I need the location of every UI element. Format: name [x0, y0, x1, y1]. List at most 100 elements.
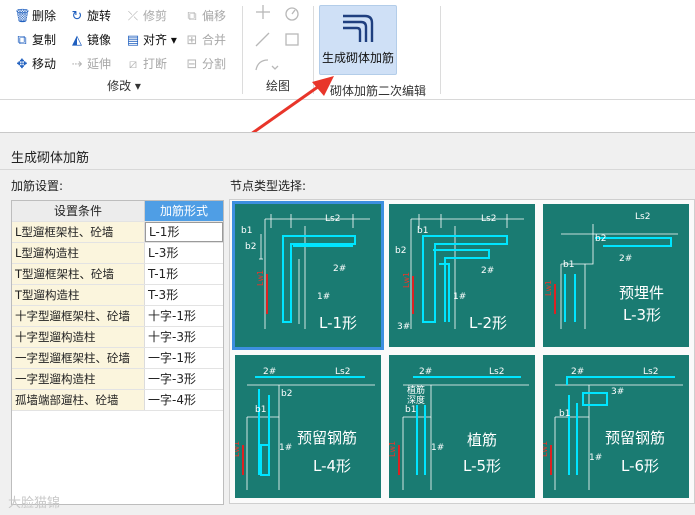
node-type-label: 节点类型选择:: [230, 179, 307, 193]
table-row[interactable]: T型遛框架柱、砼墙 T-1形: [12, 264, 223, 285]
table-row[interactable]: L型遛框架柱、砼墙 L-1形: [12, 222, 223, 243]
modify-group-label[interactable]: 修改 ▾: [8, 77, 240, 94]
table-row[interactable]: 一字型遛框架柱、砼墙 一字-1形: [12, 348, 223, 369]
ribbon-toolbar: 🗑删除 ↻ 旋转 ⤫ 修剪 ⧉ 偏移 ⧉ 复制 ◭ 镜像 ▤ 对齐 ▾ ⊞ 合并 ✥ 移动 ⇢ 延…: [0, 0, 695, 100]
arc-icon[interactable]: [255, 59, 279, 71]
node-caption: L-6形: [621, 457, 660, 475]
node-sub: 预留钢筋: [605, 429, 666, 447]
tag-b1: b1: [241, 226, 253, 236]
rectangle-icon[interactable]: [285, 33, 299, 46]
tag-ls2: Ls2: [643, 367, 659, 377]
tag-lw1: Lw1: [402, 272, 411, 288]
node-sub: 预埋件: [619, 284, 665, 302]
node-caption: L-4形: [313, 457, 352, 475]
node-option-l1[interactable]: Lw1 b1 Ls2 b2 2# 1# L-1形: [232, 201, 384, 350]
tag-1: 1#: [453, 292, 467, 302]
move-icon: ✥: [16, 57, 28, 72]
row-form-select[interactable]: T-3形: [145, 285, 223, 305]
header-condition: 设置条件: [12, 201, 145, 221]
tag-b1: b1: [559, 409, 571, 419]
node-option-l2[interactable]: Lw1 b1 Ls2 b2 2# 1# 3# L-2形: [389, 204, 535, 347]
table-row[interactable]: 孤墙端部遛柱、砼墙 一字-4形: [12, 390, 223, 411]
merge-icon: ⊞: [186, 33, 198, 48]
generate-masonry-rebar-label: 生成砌体加筋: [321, 51, 394, 65]
delete-button[interactable]: 🗑删除: [14, 6, 56, 26]
modify-group: 🗑删除 ↻ 旋转 ⤫ 修剪 ⧉ 偏移 ⧉ 复制 ◭ 镜像 ▤ 对齐 ▾ ⊞ 合并 ✥ 移动 ⇢ 延…: [8, 2, 240, 98]
tag-ls2: Ls2: [635, 212, 651, 222]
watermark-text: 大脸猫锦: [8, 496, 61, 511]
tag-ls2: Ls2: [335, 367, 351, 377]
row-form-select[interactable]: 一字-4形: [145, 390, 223, 410]
tag-lw1: Lw1: [389, 441, 397, 457]
tag-ls2: Ls2: [481, 214, 497, 224]
node-option-l4[interactable]: Lw1 2# Ls2 b2 b1 1# 预留钢筋 L-4形: [235, 355, 381, 498]
row-form-select[interactable]: L-3形: [145, 243, 223, 263]
circle-icon[interactable]: [285, 7, 299, 21]
tag-2: 2#: [571, 367, 585, 377]
node-caption: L-3形: [623, 306, 662, 324]
title-divider: [0, 169, 695, 170]
tag-2: 2#: [333, 264, 347, 274]
node-option-l3[interactable]: Lw1 Ls2 b2 2# b1 预埋件 L-3形: [543, 204, 689, 347]
extend-button[interactable]: ⇢ 延伸: [69, 54, 111, 74]
node-option-l5[interactable]: Lw1 2# Ls2 植筋 深度 b1 1# 植筋 L-5形: [389, 355, 535, 498]
row-form-select[interactable]: 十字-1形: [145, 306, 223, 326]
rebar-settings-table: 设置条件 加筋形式 L型遛框架柱、砼墙 L-1形 L型遛构造柱 L-3形 T型遛框架…: [11, 200, 224, 505]
node-option-l6[interactable]: Lw1 2# Ls2 3# b1 1# 预留钢筋 L-6形: [543, 355, 689, 498]
row-form-select[interactable]: L-1形: [145, 222, 223, 242]
move-button[interactable]: ✥ 移动: [14, 54, 56, 74]
table-row[interactable]: 十字型遛框架柱、砼墙 十字-1形: [12, 306, 223, 327]
rotate-button[interactable]: ↻ 旋转: [69, 6, 111, 26]
node-type-grid: Lw1 b1 Ls2 b2 2# 1# L-1形 Lw1 b1 Ls2 b2 2…: [229, 199, 695, 504]
trash-icon: 🗑: [14, 9, 31, 24]
mirror-button[interactable]: ◭ 镜像: [69, 30, 111, 50]
break-icon: ⧄: [128, 57, 138, 72]
split-button[interactable]: ⊟ 分割: [184, 54, 226, 74]
tag-1: 1#: [317, 292, 331, 302]
row-form-select[interactable]: T-1形: [145, 264, 223, 284]
table-row[interactable]: T型遛构造柱 T-3形: [12, 285, 223, 306]
offset-icon: ⧉: [187, 9, 197, 24]
rebar-generate-icon: [343, 14, 374, 42]
break-button[interactable]: ⧄ 打断: [125, 54, 167, 74]
table-row[interactable]: L型遛构造柱 L-3形: [12, 243, 223, 264]
row-condition: 十字型遛框架柱、砼墙: [12, 306, 145, 326]
row-condition: L型遛框架柱、砼墙: [12, 222, 145, 242]
table-row[interactable]: 一字型遛构造柱 一字-3形: [12, 369, 223, 390]
extend-icon: ⇢: [71, 57, 83, 72]
tag-lw1: Lw1: [544, 280, 553, 296]
l2-diagram: Lw1: [402, 214, 524, 329]
row-condition: L型遛构造柱: [12, 243, 145, 263]
tag-3: 3#: [611, 387, 625, 397]
tag-2: 2#: [419, 367, 433, 377]
table-row[interactable]: 十字型遛构造柱 十字-3形: [12, 327, 223, 348]
l1-diagram: Lw1: [256, 214, 370, 329]
row-form-select[interactable]: 一字-3形: [145, 369, 223, 389]
generate-masonry-rebar-button[interactable]: 生成砌体加筋: [319, 5, 397, 75]
row-condition: 一字型遛构造柱: [12, 369, 145, 389]
copy-button[interactable]: ⧉ 复制: [14, 30, 56, 50]
tag-b2: b2: [395, 246, 407, 256]
align-button[interactable]: ▤ 对齐 ▾: [125, 30, 177, 50]
trim-button[interactable]: ⤫ 修剪: [125, 6, 167, 26]
merge-button[interactable]: ⊞ 合并: [184, 30, 226, 50]
tag-lw1: Lw1: [543, 441, 549, 457]
tag-ls2: Ls2: [325, 214, 341, 224]
tag-3: 3#: [397, 322, 411, 332]
tag-ls2: Ls2: [489, 367, 505, 377]
node-sub: 植筋: [467, 431, 498, 449]
mirror-icon: ◭: [72, 33, 82, 48]
offset-button[interactable]: ⧉ 偏移: [184, 6, 226, 26]
row-form-select[interactable]: 十字-3形: [145, 327, 223, 347]
node-sub: 预留钢筋: [297, 429, 358, 447]
tag-b1: b1: [563, 260, 575, 270]
table-header: 设置条件 加筋形式: [12, 201, 223, 222]
point-icon[interactable]: [256, 5, 270, 19]
tag-lw1: Lw1: [235, 441, 241, 457]
trim-icon: ⤫: [127, 9, 139, 24]
line-icon[interactable]: [255, 32, 270, 47]
tag-lw1: Lw1: [256, 270, 265, 286]
tag-b1: b1: [255, 405, 267, 415]
row-form-select[interactable]: 一字-1形: [145, 348, 223, 368]
row-condition: T型遛构造柱: [12, 285, 145, 305]
